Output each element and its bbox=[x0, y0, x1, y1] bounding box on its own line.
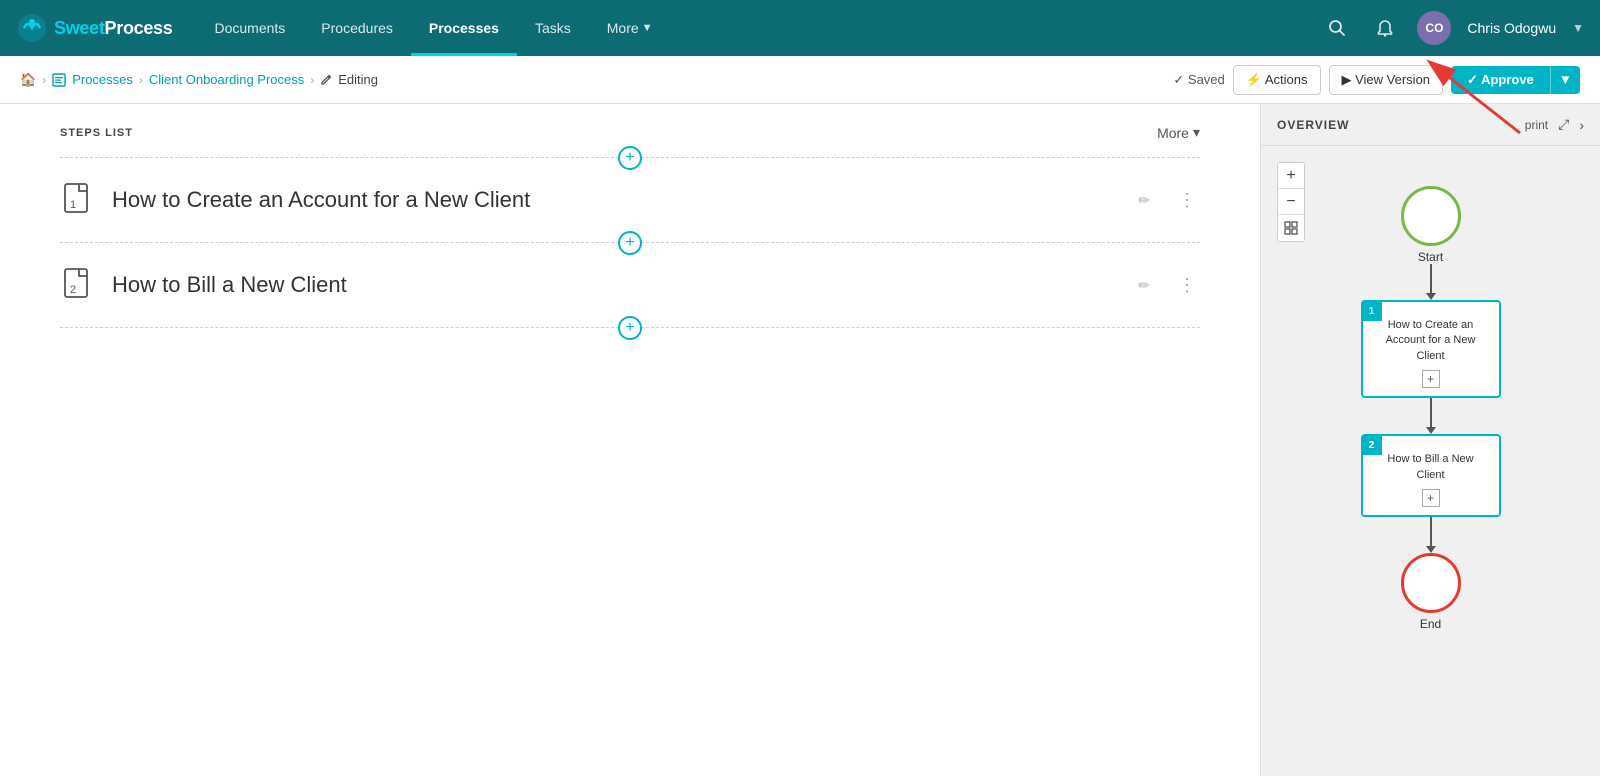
flow-end-node bbox=[1401, 553, 1461, 613]
svg-text:2: 2 bbox=[70, 284, 76, 296]
step-2-menu-button[interactable]: ⋮ bbox=[1174, 271, 1200, 300]
flow-step-2-text: How to Bill a New Client bbox=[1373, 444, 1489, 483]
nav-right-controls: CO Chris Odogwu ▼ bbox=[1321, 11, 1584, 45]
flow-diagram: + − Start 1 bbox=[1261, 146, 1600, 776]
logo[interactable]: SweetProcess bbox=[16, 12, 172, 44]
nav-more[interactable]: More ▼ bbox=[589, 0, 671, 56]
top-navigation: SweetProcess Documents Procedures Proces… bbox=[0, 0, 1600, 56]
step-2-title: How to Bill a New Client bbox=[112, 272, 1122, 298]
approve-dropdown-button[interactable]: ▼ bbox=[1550, 66, 1580, 94]
nav-processes[interactable]: Processes bbox=[411, 0, 517, 56]
steps-more-button[interactable]: More ▾ bbox=[1157, 124, 1200, 141]
flow-step-node-2[interactable]: 2 How to Bill a New Client + bbox=[1361, 434, 1501, 517]
flow-start-node bbox=[1401, 186, 1461, 246]
breadcrumb: 🏠 › Processes › Client Onboarding Proces… bbox=[20, 72, 1173, 88]
nav-procedures[interactable]: Procedures bbox=[303, 0, 411, 56]
flow-step-1-text: How to Create an Account for a New Clien… bbox=[1373, 310, 1489, 364]
steps-panel: STEPS LIST More ▾ + 1 How to Create an A… bbox=[0, 104, 1260, 776]
zoom-controls: + − bbox=[1277, 162, 1305, 242]
main-content: STEPS LIST More ▾ + 1 How to Create an A… bbox=[0, 104, 1600, 776]
breadcrumb-processes[interactable]: Processes bbox=[72, 72, 133, 87]
breadcrumb-client-onboarding[interactable]: Client Onboarding Process bbox=[149, 72, 304, 87]
steps-list-title: STEPS LIST bbox=[60, 127, 133, 139]
flow-step-2-expand[interactable]: + bbox=[1422, 489, 1440, 507]
add-step-divider-middle: + bbox=[0, 238, 1260, 247]
step-item-2[interactable]: 2 How to Bill a New Client ✏ ⋮ bbox=[0, 247, 1260, 323]
more-dropdown-icon: ▼ bbox=[642, 22, 653, 34]
overview-title: OVERVIEW bbox=[1277, 118, 1349, 132]
user-name[interactable]: Chris Odogwu bbox=[1467, 20, 1556, 36]
print-button[interactable]: print bbox=[1525, 118, 1548, 132]
step-item-1[interactable]: 1 How to Create an Account for a New Cli… bbox=[0, 162, 1260, 238]
add-step-button-top[interactable]: + bbox=[618, 146, 642, 170]
add-step-divider-top: + bbox=[0, 153, 1260, 162]
breadcrumb-editing: Editing bbox=[320, 72, 378, 87]
sep1: › bbox=[42, 73, 46, 87]
step-2-icon: 2 bbox=[60, 265, 96, 305]
expand-icon[interactable]: ⤢ bbox=[1558, 116, 1569, 133]
approve-group: ✓ Approve ▼ bbox=[1451, 66, 1580, 94]
step-1-icon: 1 bbox=[60, 180, 96, 220]
search-icon[interactable] bbox=[1321, 12, 1353, 44]
flow-step-node-1[interactable]: 1 How to Create an Account for a New Cli… bbox=[1361, 300, 1501, 398]
zoom-in-button[interactable]: + bbox=[1278, 163, 1304, 189]
nav-tasks[interactable]: Tasks bbox=[517, 0, 589, 56]
view-version-button[interactable]: ▶ View Version bbox=[1329, 65, 1444, 95]
sweetprocess-logo-icon bbox=[16, 12, 48, 44]
overview-header: OVERVIEW print ⤢ › bbox=[1261, 104, 1600, 146]
nav-items: Documents Procedures Processes Tasks Mor… bbox=[196, 0, 1321, 56]
breadcrumb-bar: 🏠 › Processes › Client Onboarding Proces… bbox=[0, 56, 1600, 104]
overview-panel: OVERVIEW print ⤢ › + − Start bbox=[1260, 104, 1600, 776]
step-1-edit-icon[interactable]: ✏ bbox=[1138, 192, 1150, 209]
user-dropdown-icon[interactable]: ▼ bbox=[1572, 21, 1584, 35]
flow-content: Start 1 How to Create an Account for a N… bbox=[1361, 166, 1501, 756]
user-avatar[interactable]: CO bbox=[1417, 11, 1451, 45]
approve-button[interactable]: ✓ Approve bbox=[1451, 66, 1550, 94]
zoom-fit-button[interactable] bbox=[1278, 215, 1304, 241]
processes-icon bbox=[52, 73, 66, 87]
nav-documents[interactable]: Documents bbox=[196, 0, 303, 56]
edit-icon bbox=[320, 73, 333, 86]
overview-controls: print ⤢ › bbox=[1525, 116, 1584, 133]
breadcrumb-actions: ✓ Saved ⚡ Actions ▶ View Version ✓ Appro… bbox=[1173, 65, 1580, 95]
flow-arrow-2 bbox=[1426, 398, 1436, 434]
step-1-menu-button[interactable]: ⋮ bbox=[1174, 186, 1200, 215]
actions-button[interactable]: ⚡ Actions bbox=[1233, 65, 1321, 95]
add-step-button-middle[interactable]: + bbox=[618, 231, 642, 255]
flow-start-label: Start bbox=[1418, 250, 1443, 264]
flow-end-label: End bbox=[1420, 617, 1441, 631]
zoom-out-button[interactable]: − bbox=[1278, 189, 1304, 215]
sep2: › bbox=[139, 73, 143, 87]
flow-arrow-3 bbox=[1426, 517, 1436, 553]
next-icon[interactable]: › bbox=[1579, 117, 1584, 133]
flow-step-badge-1: 1 bbox=[1362, 301, 1382, 321]
add-step-divider-bottom: + bbox=[0, 323, 1260, 332]
flow-step-1-expand[interactable]: + bbox=[1422, 370, 1440, 388]
home-link[interactable]: 🏠 bbox=[20, 72, 36, 88]
chevron-down-icon: ▾ bbox=[1193, 124, 1200, 141]
add-step-button-bottom[interactable]: + bbox=[618, 316, 642, 340]
svg-text:1: 1 bbox=[70, 199, 76, 211]
saved-status: ✓ Saved bbox=[1173, 72, 1224, 88]
flow-arrow-1 bbox=[1426, 264, 1436, 300]
step-2-edit-icon[interactable]: ✏ bbox=[1138, 277, 1150, 294]
logo-text: SweetProcess bbox=[54, 18, 172, 39]
step-1-title: How to Create an Account for a New Clien… bbox=[112, 187, 1122, 213]
flow-step-badge-2: 2 bbox=[1362, 435, 1382, 455]
sep3: › bbox=[310, 73, 314, 87]
notifications-icon[interactable] bbox=[1369, 12, 1401, 44]
